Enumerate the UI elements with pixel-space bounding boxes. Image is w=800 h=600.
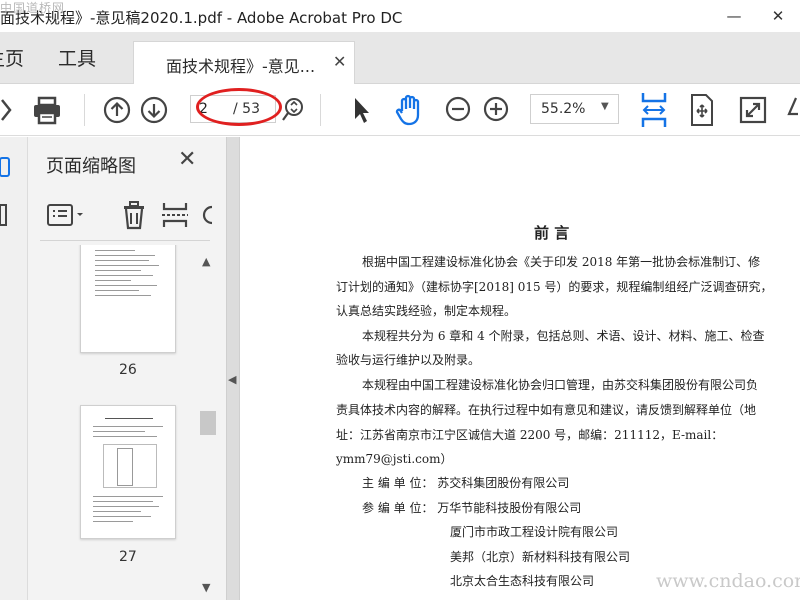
tab-document-label: 面技术规程》-意见... [166, 57, 316, 76]
thumbnail-nav-icon[interactable] [0, 155, 12, 181]
page-down-icon[interactable] [139, 95, 169, 125]
tab-tools[interactable]: 工具 [58, 44, 96, 71]
scroll-up-icon[interactable]: ▲ [202, 255, 210, 268]
document-line: 主 编 单 位： 苏交科集团股份有限公司 [362, 476, 570, 490]
hand-tool-icon[interactable] [393, 93, 425, 127]
title-bar: 面技术规程》-意见稿2020.1.pdf - Adobe Acrobat Pro… [0, 0, 800, 32]
document-line: 本规程由中国工程建设标准化协会归口管理，由苏交科集团股份有限公司负 [362, 378, 759, 392]
thumbnail-scrollbar[interactable]: ▲ ▼ [198, 251, 218, 600]
rotate-icon[interactable] [200, 201, 214, 229]
minimize-button[interactable]: — [712, 0, 756, 32]
tab-bar: 主页 工具 面技术规程》-意见... ✕ [0, 32, 800, 85]
document-line: ymm79@jsti.com） [336, 452, 453, 466]
panel-title: 页面缩略图 [46, 156, 136, 177]
zoom-dropdown[interactable]: 55.2% ▼ [530, 94, 619, 124]
fit-width-icon[interactable] [640, 91, 668, 129]
toolbar-separator [84, 94, 85, 126]
document-line: 址：江苏省南京市江宁区诚信大道 2200 号，邮编：211112，E-mail： [336, 428, 724, 442]
cloud-icon[interactable] [0, 94, 12, 126]
document-line: 责具体技术内容的解释。在执行过程中如有意见和建议，请反馈到解释单位（地 [336, 403, 757, 417]
panel-close-button[interactable]: ✕ [178, 147, 196, 172]
zoom-in-icon[interactable] [482, 95, 510, 123]
thumbnail-page-27[interactable] [80, 405, 176, 539]
document-line: 厦门市市政工程设计院有限公司 [450, 525, 619, 539]
watermark-bottom: www.cndao.com [656, 570, 800, 592]
toolbar-separator [320, 94, 321, 126]
panel-divider [40, 240, 210, 241]
toolbar [0, 84, 800, 136]
scrollbar-thumb[interactable] [200, 411, 216, 435]
thumbnail-page-number: 26 [119, 362, 137, 378]
document-line: 北京太合生态科技有限公司 [450, 574, 595, 588]
select-arrow-icon[interactable] [350, 95, 372, 125]
watermark-top: 中国道桥网 [0, 1, 66, 15]
document-line: 根据中国工程建设标准化协会《关于印发 2018 年第一批协会标准制订、修 [362, 255, 761, 269]
delete-icon[interactable] [118, 199, 150, 231]
close-window-button[interactable]: ✕ [756, 0, 800, 32]
thumbnail-options-icon[interactable] [46, 201, 88, 229]
extract-pages-icon[interactable] [160, 199, 190, 231]
collapse-panel-icon[interactable]: ◀ [228, 373, 236, 386]
thumbnail-list[interactable]: 26 27 [28, 245, 220, 600]
tab-close-button[interactable]: ✕ [333, 52, 346, 71]
zoom-out-icon[interactable] [444, 95, 472, 123]
thumbnail-page-26[interactable] [80, 245, 176, 353]
document-line: 认真总结实践经验，制定本规程。 [336, 304, 517, 318]
thumbnail-page-number: 27 [119, 549, 137, 565]
tab-document[interactable]: 面技术规程》-意见... ✕ [133, 41, 355, 85]
zoom-value: 55.2% [541, 101, 586, 117]
page-stepper-icon[interactable] [282, 95, 304, 123]
document-line: 参 编 单 位： 万华节能科技股份有限公司 [362, 501, 582, 515]
page-up-icon[interactable] [102, 95, 132, 125]
tab-home[interactable]: 主页 [0, 44, 24, 71]
more-tools-icon[interactable] [786, 94, 800, 126]
left-rail [0, 137, 28, 600]
document-line: 本规程共分为 6 章和 4 个附录，包括总则、术语、设计、材料、施工、检查 [362, 329, 765, 343]
printer-icon[interactable] [30, 94, 64, 126]
page-view-icon[interactable] [688, 93, 716, 127]
document-line: 美邦（北京）新材料科技有限公司 [450, 550, 631, 564]
document-line: 验收与运行维护以及附录。 [336, 353, 481, 367]
highlight-ring [196, 88, 282, 126]
scroll-down-icon[interactable]: ▼ [202, 581, 210, 594]
document-line: 订计划的通知》（建标协字[2018] 015 号）的要求，规程编制组经广泛调查研… [336, 280, 773, 294]
fullscreen-icon[interactable] [738, 94, 768, 126]
chevron-down-icon: ▼ [601, 101, 609, 112]
document-heading: 前 言 [534, 224, 570, 242]
bookmark-nav-icon[interactable] [0, 203, 10, 227]
panel-splitter[interactable]: ◀ [226, 137, 240, 600]
